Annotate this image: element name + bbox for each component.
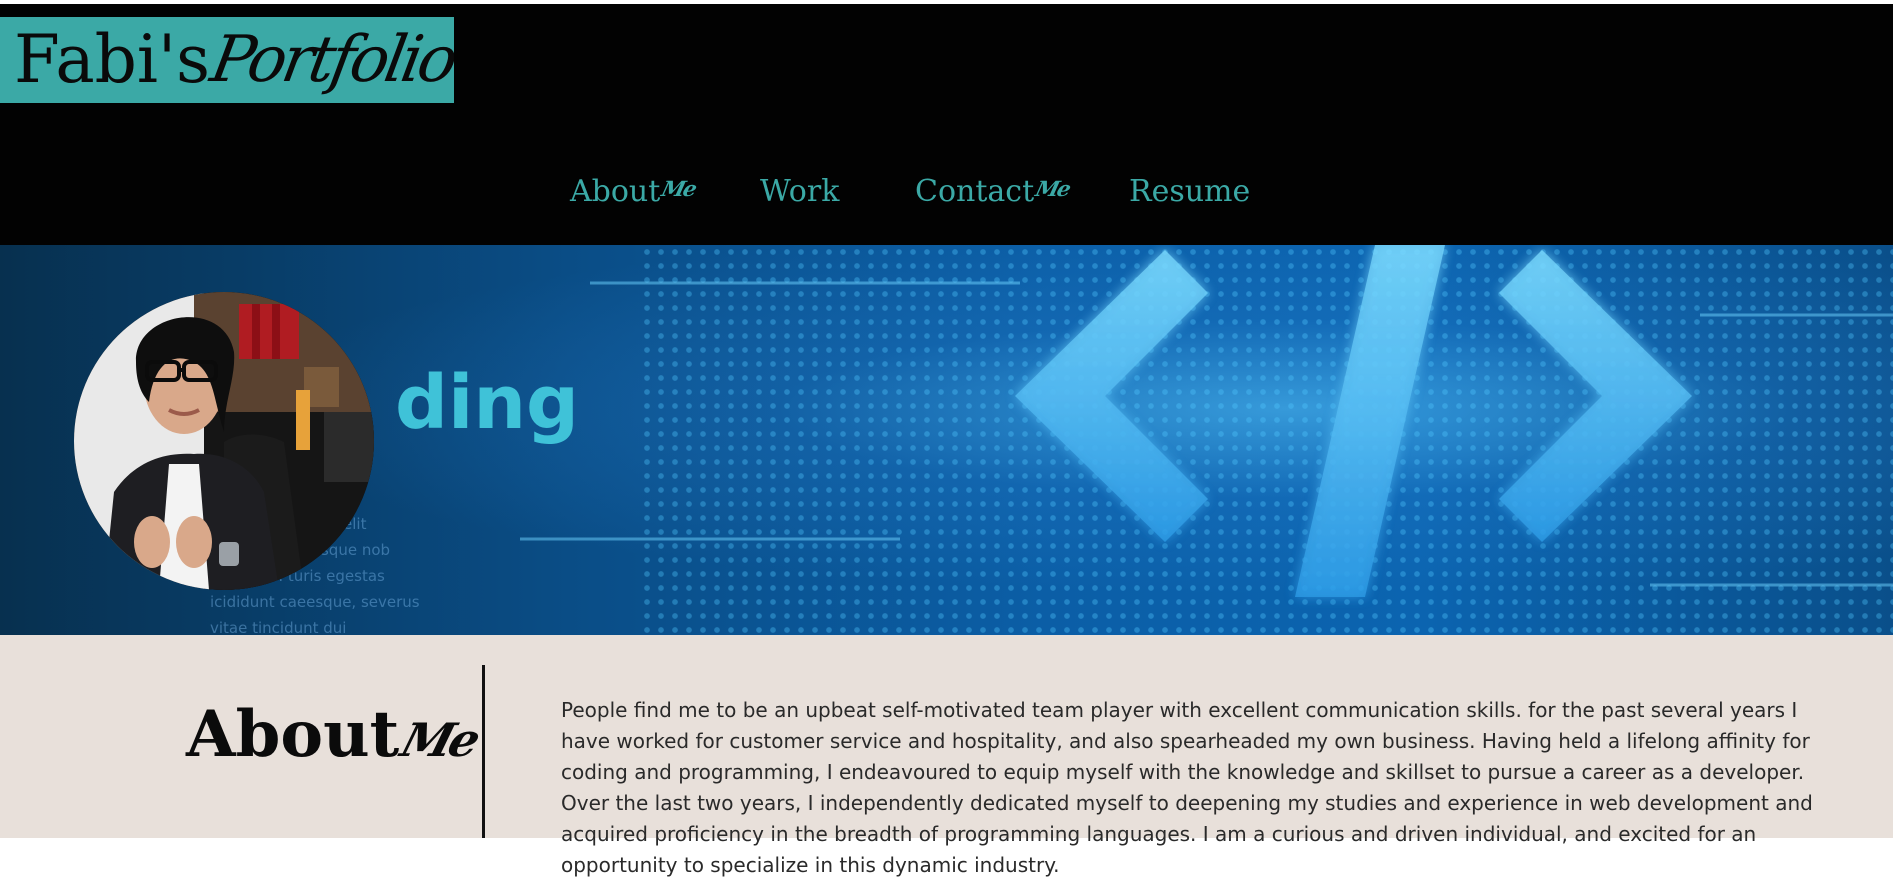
nav-contact-suffix: Me [1033, 176, 1073, 201]
hero-blurred-line: icididunt caeesque, severus [210, 593, 420, 611]
about-title-text: About [186, 697, 400, 772]
hero-blurred-line: vitae tincidunt dui [210, 619, 347, 635]
nav-resume[interactable]: Resume [1129, 174, 1250, 209]
nav-about-me[interactable]: About Me [570, 174, 760, 209]
nav-resume-label: Resume [1129, 174, 1251, 209]
about-paragraph: People find me to be an upbeat self-moti… [561, 698, 1813, 877]
nav-about-label: About [570, 174, 661, 209]
main-nav: About Me Work Contact Me Resume [570, 174, 1250, 209]
about-section: About Me People find me to be an upbeat … [0, 635, 1893, 877]
about-title-suffix: Me [395, 713, 484, 767]
nav-contact-me[interactable]: Contact Me [915, 174, 1129, 209]
site-logo[interactable]: Fabi's Portfolio [0, 17, 454, 103]
nav-work[interactable]: Work [760, 174, 915, 209]
nav-contact-label: Contact [915, 174, 1035, 209]
logo-main-text: Fabi's [14, 21, 211, 98]
profile-photo-icon [74, 292, 374, 590]
hero-banner: ding or sit amet, onsec ent dui phasellu… [0, 245, 1893, 635]
avatar [74, 292, 374, 590]
nav-work-label: Work [760, 174, 840, 209]
site-header: Fabi's Portfolio About Me Work Contact M… [0, 4, 1893, 245]
hero-background-word: ding [395, 360, 579, 446]
about-title: About Me [186, 697, 483, 772]
section-divider [482, 665, 485, 838]
logo-script-text: Portfolio [205, 23, 454, 97]
nav-about-suffix: Me [659, 176, 699, 201]
